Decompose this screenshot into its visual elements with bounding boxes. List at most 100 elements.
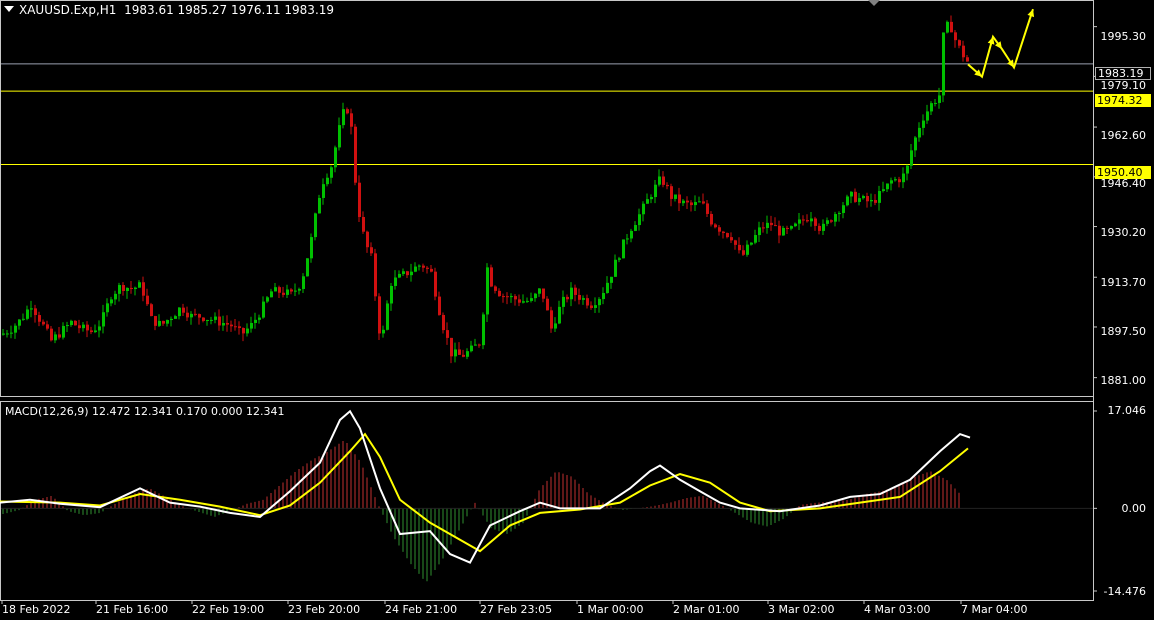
forecast-arrows[interactable]: [967, 8, 1035, 79]
candle-body: [606, 282, 609, 293]
trading-chart[interactable]: [0, 0, 1154, 620]
candle-body: [538, 288, 541, 294]
candle-body: [182, 307, 185, 313]
candle-body: [198, 314, 201, 318]
candle-body: [390, 285, 393, 304]
candle-body: [246, 328, 249, 334]
candle-body: [718, 227, 721, 232]
candle-body: [758, 227, 761, 236]
symbol-name: XAUUSD.Exp,H1: [19, 3, 117, 17]
candle-body: [162, 320, 165, 324]
axis-ticks: [1, 26, 1097, 604]
candle-body: [234, 326, 237, 328]
candle-body: [594, 305, 597, 308]
candle-body: [478, 344, 481, 346]
time-tick: 24 Feb 21:00: [385, 603, 458, 616]
candle-body: [214, 316, 217, 320]
candle-body: [534, 293, 537, 299]
candle-body: [574, 287, 577, 295]
candle-body: [106, 303, 109, 313]
candle-body: [358, 182, 361, 218]
candle-body: [258, 317, 261, 320]
candle-body: [406, 271, 409, 276]
candle-body: [730, 237, 733, 241]
candle-body: [562, 296, 565, 307]
candle-body: [706, 203, 709, 214]
candle-body: [278, 287, 281, 293]
candle-body: [742, 250, 745, 255]
candle-body: [642, 203, 645, 215]
candle-body: [462, 354, 465, 357]
candle-body: [178, 307, 181, 317]
candle-body: [190, 313, 193, 318]
candle-body: [814, 218, 817, 226]
candle-body: [738, 244, 741, 251]
candle-body: [470, 345, 473, 352]
candle-body: [38, 315, 41, 322]
candle-body: [218, 316, 221, 326]
candle-body: [98, 326, 101, 331]
level-tag-upper[interactable]: 1974.32: [1095, 94, 1151, 107]
candle-body: [138, 282, 141, 288]
price-tick: 1930.20: [1100, 226, 1147, 239]
candle-body: [782, 227, 785, 236]
candle-body: [754, 235, 757, 243]
candle-body: [678, 194, 681, 204]
candle-body: [918, 127, 921, 138]
candle-body: [934, 102, 937, 104]
candle-body: [450, 337, 453, 357]
candle-body: [790, 226, 793, 229]
candle-body: [630, 230, 633, 239]
price-tick: 1962.60: [1100, 129, 1147, 142]
candle-body: [910, 150, 913, 166]
candle-body: [658, 176, 661, 185]
candle-body: [454, 349, 457, 357]
candle-body: [906, 165, 909, 174]
candle-body: [770, 222, 773, 226]
candle-body: [50, 328, 53, 341]
candle-body: [958, 40, 961, 46]
candle-body: [262, 301, 265, 318]
candle-body: [154, 316, 157, 326]
candle-body: [526, 300, 529, 302]
time-tick: 3 Mar 02:00: [768, 603, 835, 616]
candle-body: [734, 240, 737, 245]
time-tick: 27 Feb 23:05: [480, 603, 553, 616]
candle-body: [638, 214, 641, 226]
level-tag-lower[interactable]: 1950.40: [1095, 166, 1151, 179]
candle-body: [86, 324, 89, 331]
candle-body: [806, 220, 809, 222]
candle-body: [102, 312, 105, 327]
candle-body: [714, 224, 717, 228]
candle-body: [238, 326, 241, 328]
candle-body: [282, 292, 285, 295]
candle-body: [150, 304, 153, 317]
candle-body: [18, 319, 21, 326]
candle-body: [522, 301, 525, 303]
candle-body: [530, 298, 533, 301]
candle-body: [14, 325, 17, 333]
candle-body: [850, 191, 853, 197]
candle-body: [222, 322, 225, 326]
candle-body: [698, 201, 701, 203]
candle-body: [318, 197, 321, 214]
candle-body: [710, 213, 713, 225]
candle-body: [498, 290, 501, 297]
candle-body: [926, 111, 929, 121]
candle-body: [598, 299, 601, 306]
forecast-arrowhead-icon: [1027, 9, 1035, 18]
chart-shift-marker-icon[interactable]: [868, 0, 880, 6]
time-tick: 7 Mar 04:00: [961, 603, 1028, 616]
time-tick: 1 Mar 00:00: [577, 603, 644, 616]
macd-tick: -14.476: [1103, 585, 1146, 598]
horizontal-levels[interactable]: [1, 63, 1093, 166]
time-tick: 18 Feb 2022: [2, 603, 71, 616]
candle-body: [834, 214, 837, 222]
dropdown-triangle-icon[interactable]: [4, 6, 14, 12]
candle-body: [690, 202, 693, 206]
candle-body: [510, 296, 513, 298]
candle-body: [838, 213, 841, 215]
candle-body: [846, 196, 849, 206]
candle-body: [350, 113, 353, 127]
candle-body: [898, 179, 901, 183]
